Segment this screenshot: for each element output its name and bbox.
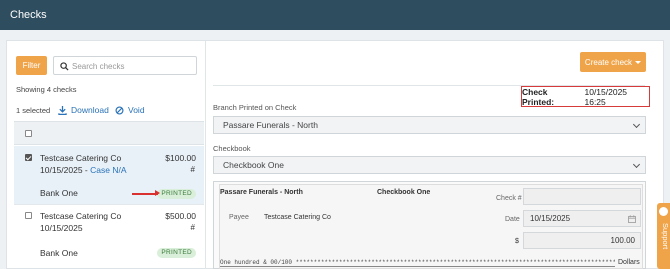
check-row[interactable]: Testcase Catering Co 10/15/2025 $500.00 … [14, 204, 204, 262]
date-input[interactable]: 10/15/2025 [523, 210, 641, 227]
checkbook-select-value: Checkbook One [223, 160, 284, 170]
check-printed-label: Check Printed: [522, 86, 555, 107]
checkbook-label: Checkbook [213, 144, 251, 153]
date-value: 10/15/2025 [530, 214, 571, 223]
check-org: Passare Funerals - North [220, 189, 303, 196]
chevron-down-icon [632, 120, 641, 129]
showing-count: Showing 4 checks [16, 85, 77, 94]
check-row[interactable]: Testcase Catering Co 10/15/2025 - Case N… [14, 146, 204, 204]
row-date: 10/15/2025 [40, 165, 83, 175]
void-icon [115, 105, 124, 115]
search-input[interactable] [72, 59, 192, 73]
checkbook-select[interactable]: Checkbook One [213, 156, 646, 174]
payee-value: Testcase Catering Co [264, 214, 331, 221]
filter-button[interactable]: Filter [16, 56, 47, 75]
search-field[interactable] [53, 56, 197, 75]
check-number-input[interactable] [523, 188, 641, 205]
download-icon [58, 105, 67, 115]
column-divider [205, 41, 206, 269]
support-icon [659, 207, 668, 216]
row-case-separator: - [82, 165, 91, 175]
search-icon [60, 62, 69, 71]
page-header: Checks [0, 0, 670, 30]
date-label: Date [505, 216, 520, 223]
row-date-line: 10/15/2025 - Case N/A [40, 165, 126, 175]
amount-input[interactable]: 100.00 [523, 232, 641, 249]
row-date: 10/15/2025 [40, 223, 83, 233]
status-badge: PRINTED [157, 248, 196, 258]
row-bank: Bank One [40, 188, 78, 198]
caret-down-icon [635, 60, 642, 64]
row-check-number: # [190, 165, 195, 174]
selected-count: 1 selected [16, 106, 51, 115]
create-check-label: Create check [584, 57, 633, 67]
annotation-arrow [132, 190, 160, 196]
row-checkbox[interactable] [25, 154, 32, 161]
download-link[interactable]: Download [58, 105, 109, 115]
select-all-checkbox[interactable] [25, 130, 32, 137]
calendar-icon[interactable] [628, 215, 636, 223]
dollar-sign: $ [515, 238, 519, 245]
row-bank: Bank One [40, 248, 78, 258]
create-check-button[interactable]: Create check [580, 52, 646, 72]
amount-words-underline [220, 266, 615, 267]
check-checkbook: Checkbook One [377, 189, 431, 196]
check-printed-value: 10/15/2025 16:25 [584, 86, 628, 107]
payee-label: Payee [229, 214, 249, 221]
row-check-number: # [190, 223, 195, 232]
void-link[interactable]: Void [115, 105, 145, 115]
status-badge: PRINTED [157, 189, 196, 199]
download-label: Download [71, 105, 109, 115]
branch-select[interactable]: Passare Funerals - North [213, 116, 646, 134]
check-printed-info: Check Printed: 10/15/2025 16:25 [521, 86, 650, 107]
row-payee: Testcase Catering Co [40, 153, 122, 163]
row-payee: Testcase Catering Co [40, 211, 122, 221]
dollars-label: Dollars [618, 259, 640, 266]
check-number-label: Check # [496, 195, 522, 202]
branch-label: Branch Printed on Check [213, 103, 297, 112]
branch-select-value: Passare Funerals - North [223, 120, 318, 130]
support-label: Support [661, 223, 670, 250]
row-amount: $500.00 [165, 211, 196, 221]
chevron-down-icon [632, 160, 641, 169]
row-checkbox[interactable] [25, 212, 32, 219]
list-header [14, 121, 204, 145]
row-amount: $100.00 [165, 153, 196, 163]
void-label: Void [128, 105, 145, 115]
row-case-link[interactable]: Case N/A [90, 165, 126, 175]
page-title: Checks [10, 9, 47, 21]
